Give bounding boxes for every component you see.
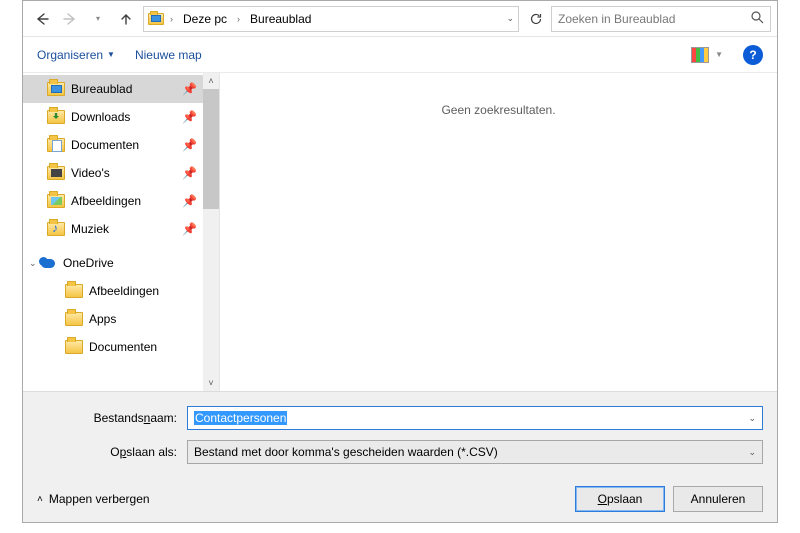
pin-icon: 📌 xyxy=(182,222,197,236)
recent-locations-button[interactable]: ▾ xyxy=(85,6,111,32)
pin-icon: 📌 xyxy=(182,82,197,96)
save-button[interactable]: Opslaan xyxy=(575,486,665,512)
filename-label: Bestandsnaam: xyxy=(37,411,187,425)
filetype-value: Bestand met door komma's gescheiden waar… xyxy=(194,445,498,459)
expand-caret-icon[interactable]: ⌄ xyxy=(29,258,37,269)
breadcrumb-separator-icon: › xyxy=(168,14,175,24)
pin-icon: 📌 xyxy=(182,110,197,124)
nav-tree[interactable]: Bureaublad 📌 Downloads 📌 Documenten 📌 Vi… xyxy=(23,73,219,391)
arrow-right-icon xyxy=(63,12,77,26)
view-options-button[interactable]: ▼ xyxy=(691,47,723,63)
arrow-up-icon xyxy=(119,12,133,26)
pictures-folder-icon xyxy=(47,194,65,208)
chevron-down-icon: ▼ xyxy=(107,50,115,59)
tree-item-label: Downloads xyxy=(71,110,130,124)
chevron-down-icon[interactable]: ⌄ xyxy=(748,413,756,424)
up-button[interactable] xyxy=(113,6,139,32)
tree-item-documents[interactable]: Documenten 📌 xyxy=(23,131,219,159)
forward-button[interactable] xyxy=(57,6,83,32)
main-area: Bureaublad 📌 Downloads 📌 Documenten 📌 Vi… xyxy=(23,73,777,391)
filetype-select[interactable]: Bestand met door komma's gescheiden waar… xyxy=(187,440,763,464)
search-input[interactable]: Zoeken in Bureaublad xyxy=(551,6,771,32)
tree-item-desktop[interactable]: Bureaublad 📌 xyxy=(23,75,219,103)
new-folder-label: Nieuwe map xyxy=(135,48,202,62)
scroll-up-icon[interactable]: ˄ xyxy=(203,73,219,89)
breadcrumb-current[interactable]: Bureaublad xyxy=(246,10,315,28)
save-button-label: Opslaan xyxy=(598,492,643,506)
scroll-down-icon[interactable]: ˅ xyxy=(203,375,219,391)
refresh-icon xyxy=(529,12,543,26)
tree-item-label: Bureaublad xyxy=(71,82,132,96)
tree-item-label: Muziek xyxy=(71,222,109,236)
organize-menu[interactable]: Organiseren ▼ xyxy=(37,48,115,62)
desktop-folder-icon xyxy=(47,82,65,96)
tree-item-onedrive[interactable]: ⌄ OneDrive xyxy=(23,249,219,277)
cancel-button-label: Annuleren xyxy=(691,492,746,506)
tree-item-videos[interactable]: Video's 📌 xyxy=(23,159,219,187)
tree-item-label: Afbeeldingen xyxy=(71,194,141,208)
tree-item-music[interactable]: Muziek 📌 xyxy=(23,215,219,243)
folder-icon xyxy=(65,312,83,326)
pin-icon: 📌 xyxy=(182,138,197,152)
chevron-down-icon: ▾ xyxy=(96,14,100,23)
search-icon xyxy=(751,11,764,27)
address-bar: ▾ › Deze pc › Bureaublad ⌄ Zoeken in Bur… xyxy=(23,1,777,37)
path-box[interactable]: › Deze pc › Bureaublad ⌄ xyxy=(143,6,519,32)
refresh-button[interactable] xyxy=(523,6,549,32)
pin-icon: 📌 xyxy=(182,166,197,180)
filename-input[interactable]: Contactpersonen ⌄ xyxy=(187,406,763,430)
organize-label: Organiseren xyxy=(37,48,103,62)
back-button[interactable] xyxy=(29,6,55,32)
tree-item-label: Documenten xyxy=(89,340,157,354)
tree-item-od-pictures[interactable]: Afbeeldingen xyxy=(23,277,219,305)
toolbar: Organiseren ▼ Nieuwe map ▼ ? xyxy=(23,37,777,73)
tree-scrollbar[interactable]: ˄ ˅ xyxy=(203,73,219,391)
chevron-down-icon[interactable]: ⌄ xyxy=(506,13,514,24)
folder-icon xyxy=(65,340,83,354)
view-icon xyxy=(691,47,709,63)
arrow-left-icon xyxy=(35,12,49,26)
chevron-up-icon: ˄ xyxy=(37,494,43,505)
help-icon: ? xyxy=(749,48,756,62)
tree-item-label: OneDrive xyxy=(63,256,114,270)
scroll-thumb[interactable] xyxy=(203,89,219,209)
cancel-button[interactable]: Annuleren xyxy=(673,486,763,512)
chevron-down-icon: ▼ xyxy=(715,50,723,59)
tree-item-label: Documenten xyxy=(71,138,139,152)
new-folder-button[interactable]: Nieuwe map xyxy=(135,48,202,62)
onedrive-icon xyxy=(39,257,57,269)
chevron-down-icon[interactable]: ⌄ xyxy=(748,447,756,458)
file-list[interactable]: Geen zoekresultaten. xyxy=(219,73,777,391)
help-button[interactable]: ? xyxy=(743,45,763,65)
folder-icon xyxy=(65,284,83,298)
hide-folders-toggle[interactable]: ˄ Mappen verbergen xyxy=(37,492,150,506)
breadcrumb-root[interactable]: Deze pc xyxy=(179,10,231,28)
videos-folder-icon xyxy=(47,166,65,180)
tree-item-label: Video's xyxy=(71,166,110,180)
tree-item-pictures[interactable]: Afbeeldingen 📌 xyxy=(23,187,219,215)
no-results-text: Geen zoekresultaten. xyxy=(441,103,555,117)
save-dialog: ▾ › Deze pc › Bureaublad ⌄ Zoeken in Bur… xyxy=(22,0,778,523)
hide-folders-label: Mappen verbergen xyxy=(49,492,150,506)
this-pc-icon xyxy=(148,13,164,25)
search-placeholder: Zoeken in Bureaublad xyxy=(558,12,745,26)
downloads-folder-icon xyxy=(47,110,65,124)
documents-folder-icon xyxy=(47,138,65,152)
pin-icon: 📌 xyxy=(182,194,197,208)
bottom-panel: Bestandsnaam: Contactpersonen ⌄ Opslaan … xyxy=(23,391,777,522)
tree-item-od-documents[interactable]: Documenten xyxy=(23,333,219,361)
filename-value: Contactpersonen xyxy=(194,411,287,425)
music-folder-icon xyxy=(47,222,65,236)
tree-item-od-apps[interactable]: Apps xyxy=(23,305,219,333)
filetype-label: Opslaan als: xyxy=(37,445,187,459)
tree-item-label: Apps xyxy=(89,312,116,326)
tree-item-downloads[interactable]: Downloads 📌 xyxy=(23,103,219,131)
tree-item-label: Afbeeldingen xyxy=(89,284,159,298)
breadcrumb-separator-icon: › xyxy=(235,14,242,24)
